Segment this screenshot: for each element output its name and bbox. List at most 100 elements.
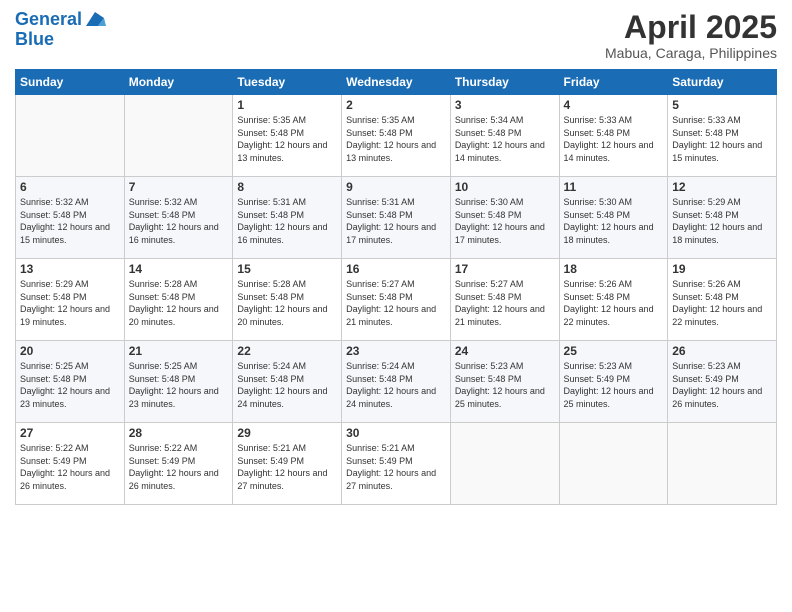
day-info: Sunrise: 5:25 AMSunset: 5:48 PMDaylight:… <box>129 360 229 410</box>
day-number: 15 <box>237 262 337 276</box>
col-monday: Monday <box>124 70 233 95</box>
day-number: 7 <box>129 180 229 194</box>
table-row: 18Sunrise: 5:26 AMSunset: 5:48 PMDayligh… <box>559 259 668 341</box>
day-number: 2 <box>346 98 446 112</box>
day-info: Sunrise: 5:33 AMSunset: 5:48 PMDaylight:… <box>672 114 772 164</box>
day-info: Sunrise: 5:24 AMSunset: 5:48 PMDaylight:… <box>346 360 446 410</box>
day-number: 19 <box>672 262 772 276</box>
day-number: 17 <box>455 262 555 276</box>
day-info: Sunrise: 5:23 AMSunset: 5:49 PMDaylight:… <box>672 360 772 410</box>
day-number: 14 <box>129 262 229 276</box>
day-number: 9 <box>346 180 446 194</box>
day-info: Sunrise: 5:29 AMSunset: 5:48 PMDaylight:… <box>672 196 772 246</box>
day-info: Sunrise: 5:21 AMSunset: 5:49 PMDaylight:… <box>346 442 446 492</box>
table-row: 25 Sunrise: 5:23 AMSunset: 5:49 PMDayligh… <box>559 341 668 423</box>
col-thursday: Thursday <box>450 70 559 95</box>
table-row: 14 Sunrise: 5:28 AMSunset: 5:48 PMDayligh… <box>124 259 233 341</box>
day-info: Sunrise: 5:22 AMSunset: 5:49 PMDaylight:… <box>129 442 229 492</box>
day-info: Sunrise: 5:25 AMSunset: 5:48 PMDaylight:… <box>20 360 120 410</box>
col-tuesday: Tuesday <box>233 70 342 95</box>
day-number: 10 <box>455 180 555 194</box>
calendar-week-row: 13Sunrise: 5:29 AMSunset: 5:48 PMDayligh… <box>16 259 777 341</box>
table-row <box>668 423 777 505</box>
day-number: 30 <box>346 426 446 440</box>
table-row: 7 Sunrise: 5:32 AMSunset: 5:48 PMDaylight… <box>124 177 233 259</box>
col-friday: Friday <box>559 70 668 95</box>
day-number: 13 <box>20 262 120 276</box>
table-row: 15 Sunrise: 5:28 AMSunset: 5:48 PMDayligh… <box>233 259 342 341</box>
calendar-week-row: 27 Sunrise: 5:22 AMSunset: 5:49 PMDayligh… <box>16 423 777 505</box>
col-sunday: Sunday <box>16 70 125 95</box>
day-info: Sunrise: 5:32 AMSunset: 5:48 PMDaylight:… <box>20 196 120 246</box>
table-row: 29 Sunrise: 5:21 AMSunset: 5:49 PMDayligh… <box>233 423 342 505</box>
logo-text-line2: Blue <box>15 30 106 50</box>
day-number: 12 <box>672 180 772 194</box>
day-number: 4 <box>564 98 664 112</box>
table-row: 4 Sunrise: 5:33 AMSunset: 5:48 PMDaylight… <box>559 95 668 177</box>
table-row: 2 Sunrise: 5:35 AMSunset: 5:48 PMDaylight… <box>342 95 451 177</box>
table-row: 19Sunrise: 5:26 AMSunset: 5:48 PMDayligh… <box>668 259 777 341</box>
day-info: Sunrise: 5:22 AMSunset: 5:49 PMDaylight:… <box>20 442 120 492</box>
calendar-table: Sunday Monday Tuesday Wednesday Thursday… <box>15 69 777 505</box>
table-row: 17 Sunrise: 5:27 AMSunset: 5:48 PMDayligh… <box>450 259 559 341</box>
day-number: 20 <box>20 344 120 358</box>
table-row: 22 Sunrise: 5:24 AMSunset: 5:48 PMDayligh… <box>233 341 342 423</box>
day-number: 28 <box>129 426 229 440</box>
day-number: 22 <box>237 344 337 358</box>
day-number: 24 <box>455 344 555 358</box>
day-number: 25 <box>564 344 664 358</box>
day-info: Sunrise: 5:35 AMSunset: 5:48 PMDaylight:… <box>237 114 337 164</box>
day-number: 26 <box>672 344 772 358</box>
month-title: April 2025 <box>605 10 777 45</box>
col-saturday: Saturday <box>668 70 777 95</box>
logo-text-line1: General <box>15 10 82 30</box>
table-row: 5 Sunrise: 5:33 AMSunset: 5:48 PMDaylight… <box>668 95 777 177</box>
day-info: Sunrise: 5:35 AMSunset: 5:48 PMDaylight:… <box>346 114 446 164</box>
day-info: Sunrise: 5:24 AMSunset: 5:48 PMDaylight:… <box>237 360 337 410</box>
logo-icon <box>84 10 106 28</box>
table-row: 9Sunrise: 5:31 AMSunset: 5:48 PMDaylight… <box>342 177 451 259</box>
table-row: 13Sunrise: 5:29 AMSunset: 5:48 PMDayligh… <box>16 259 125 341</box>
day-info: Sunrise: 5:21 AMSunset: 5:49 PMDaylight:… <box>237 442 337 492</box>
table-row: 1 Sunrise: 5:35 AMSunset: 5:48 PMDaylight… <box>233 95 342 177</box>
table-row: 21Sunrise: 5:25 AMSunset: 5:48 PMDayligh… <box>124 341 233 423</box>
header: General Blue April 2025 Mabua, Caraga, P… <box>15 10 777 61</box>
day-number: 1 <box>237 98 337 112</box>
day-number: 23 <box>346 344 446 358</box>
day-number: 6 <box>20 180 120 194</box>
table-row: 24Sunrise: 5:23 AMSunset: 5:48 PMDayligh… <box>450 341 559 423</box>
table-row: 20 Sunrise: 5:25 AMSunset: 5:48 PMDayligh… <box>16 341 125 423</box>
col-wednesday: Wednesday <box>342 70 451 95</box>
table-row: 6 Sunrise: 5:32 AMSunset: 5:48 PMDaylight… <box>16 177 125 259</box>
day-info: Sunrise: 5:28 AMSunset: 5:48 PMDaylight:… <box>237 278 337 328</box>
calendar-week-row: 1 Sunrise: 5:35 AMSunset: 5:48 PMDaylight… <box>16 95 777 177</box>
day-info: Sunrise: 5:32 AMSunset: 5:48 PMDaylight:… <box>129 196 229 246</box>
day-info: Sunrise: 5:34 AMSunset: 5:48 PMDaylight:… <box>455 114 555 164</box>
table-row: 3Sunrise: 5:34 AMSunset: 5:48 PMDaylight… <box>450 95 559 177</box>
table-row: 30 Sunrise: 5:21 AMSunset: 5:49 PMDayligh… <box>342 423 451 505</box>
table-row: 16Sunrise: 5:27 AMSunset: 5:48 PMDayligh… <box>342 259 451 341</box>
day-info: Sunrise: 5:27 AMSunset: 5:48 PMDaylight:… <box>455 278 555 328</box>
table-row <box>124 95 233 177</box>
day-number: 29 <box>237 426 337 440</box>
calendar-week-row: 20 Sunrise: 5:25 AMSunset: 5:48 PMDayligh… <box>16 341 777 423</box>
logo: General Blue <box>15 10 106 50</box>
page: General Blue April 2025 Mabua, Caraga, P… <box>0 0 792 612</box>
table-row: 28 Sunrise: 5:22 AMSunset: 5:49 PMDayligh… <box>124 423 233 505</box>
table-row <box>450 423 559 505</box>
day-info: Sunrise: 5:30 AMSunset: 5:48 PMDaylight:… <box>455 196 555 246</box>
day-number: 27 <box>20 426 120 440</box>
day-info: Sunrise: 5:23 AMSunset: 5:49 PMDaylight:… <box>564 360 664 410</box>
day-number: 5 <box>672 98 772 112</box>
day-info: Sunrise: 5:33 AMSunset: 5:48 PMDaylight:… <box>564 114 664 164</box>
day-info: Sunrise: 5:28 AMSunset: 5:48 PMDaylight:… <box>129 278 229 328</box>
table-row: 10 Sunrise: 5:30 AMSunset: 5:48 PMDayligh… <box>450 177 559 259</box>
table-row: 8Sunrise: 5:31 AMSunset: 5:48 PMDaylight… <box>233 177 342 259</box>
day-info: Sunrise: 5:30 AMSunset: 5:48 PMDaylight:… <box>564 196 664 246</box>
title-block: April 2025 Mabua, Caraga, Philippines <box>605 10 777 61</box>
day-info: Sunrise: 5:27 AMSunset: 5:48 PMDaylight:… <box>346 278 446 328</box>
day-number: 11 <box>564 180 664 194</box>
day-number: 8 <box>237 180 337 194</box>
table-row: 27 Sunrise: 5:22 AMSunset: 5:49 PMDayligh… <box>16 423 125 505</box>
location-title: Mabua, Caraga, Philippines <box>605 45 777 61</box>
